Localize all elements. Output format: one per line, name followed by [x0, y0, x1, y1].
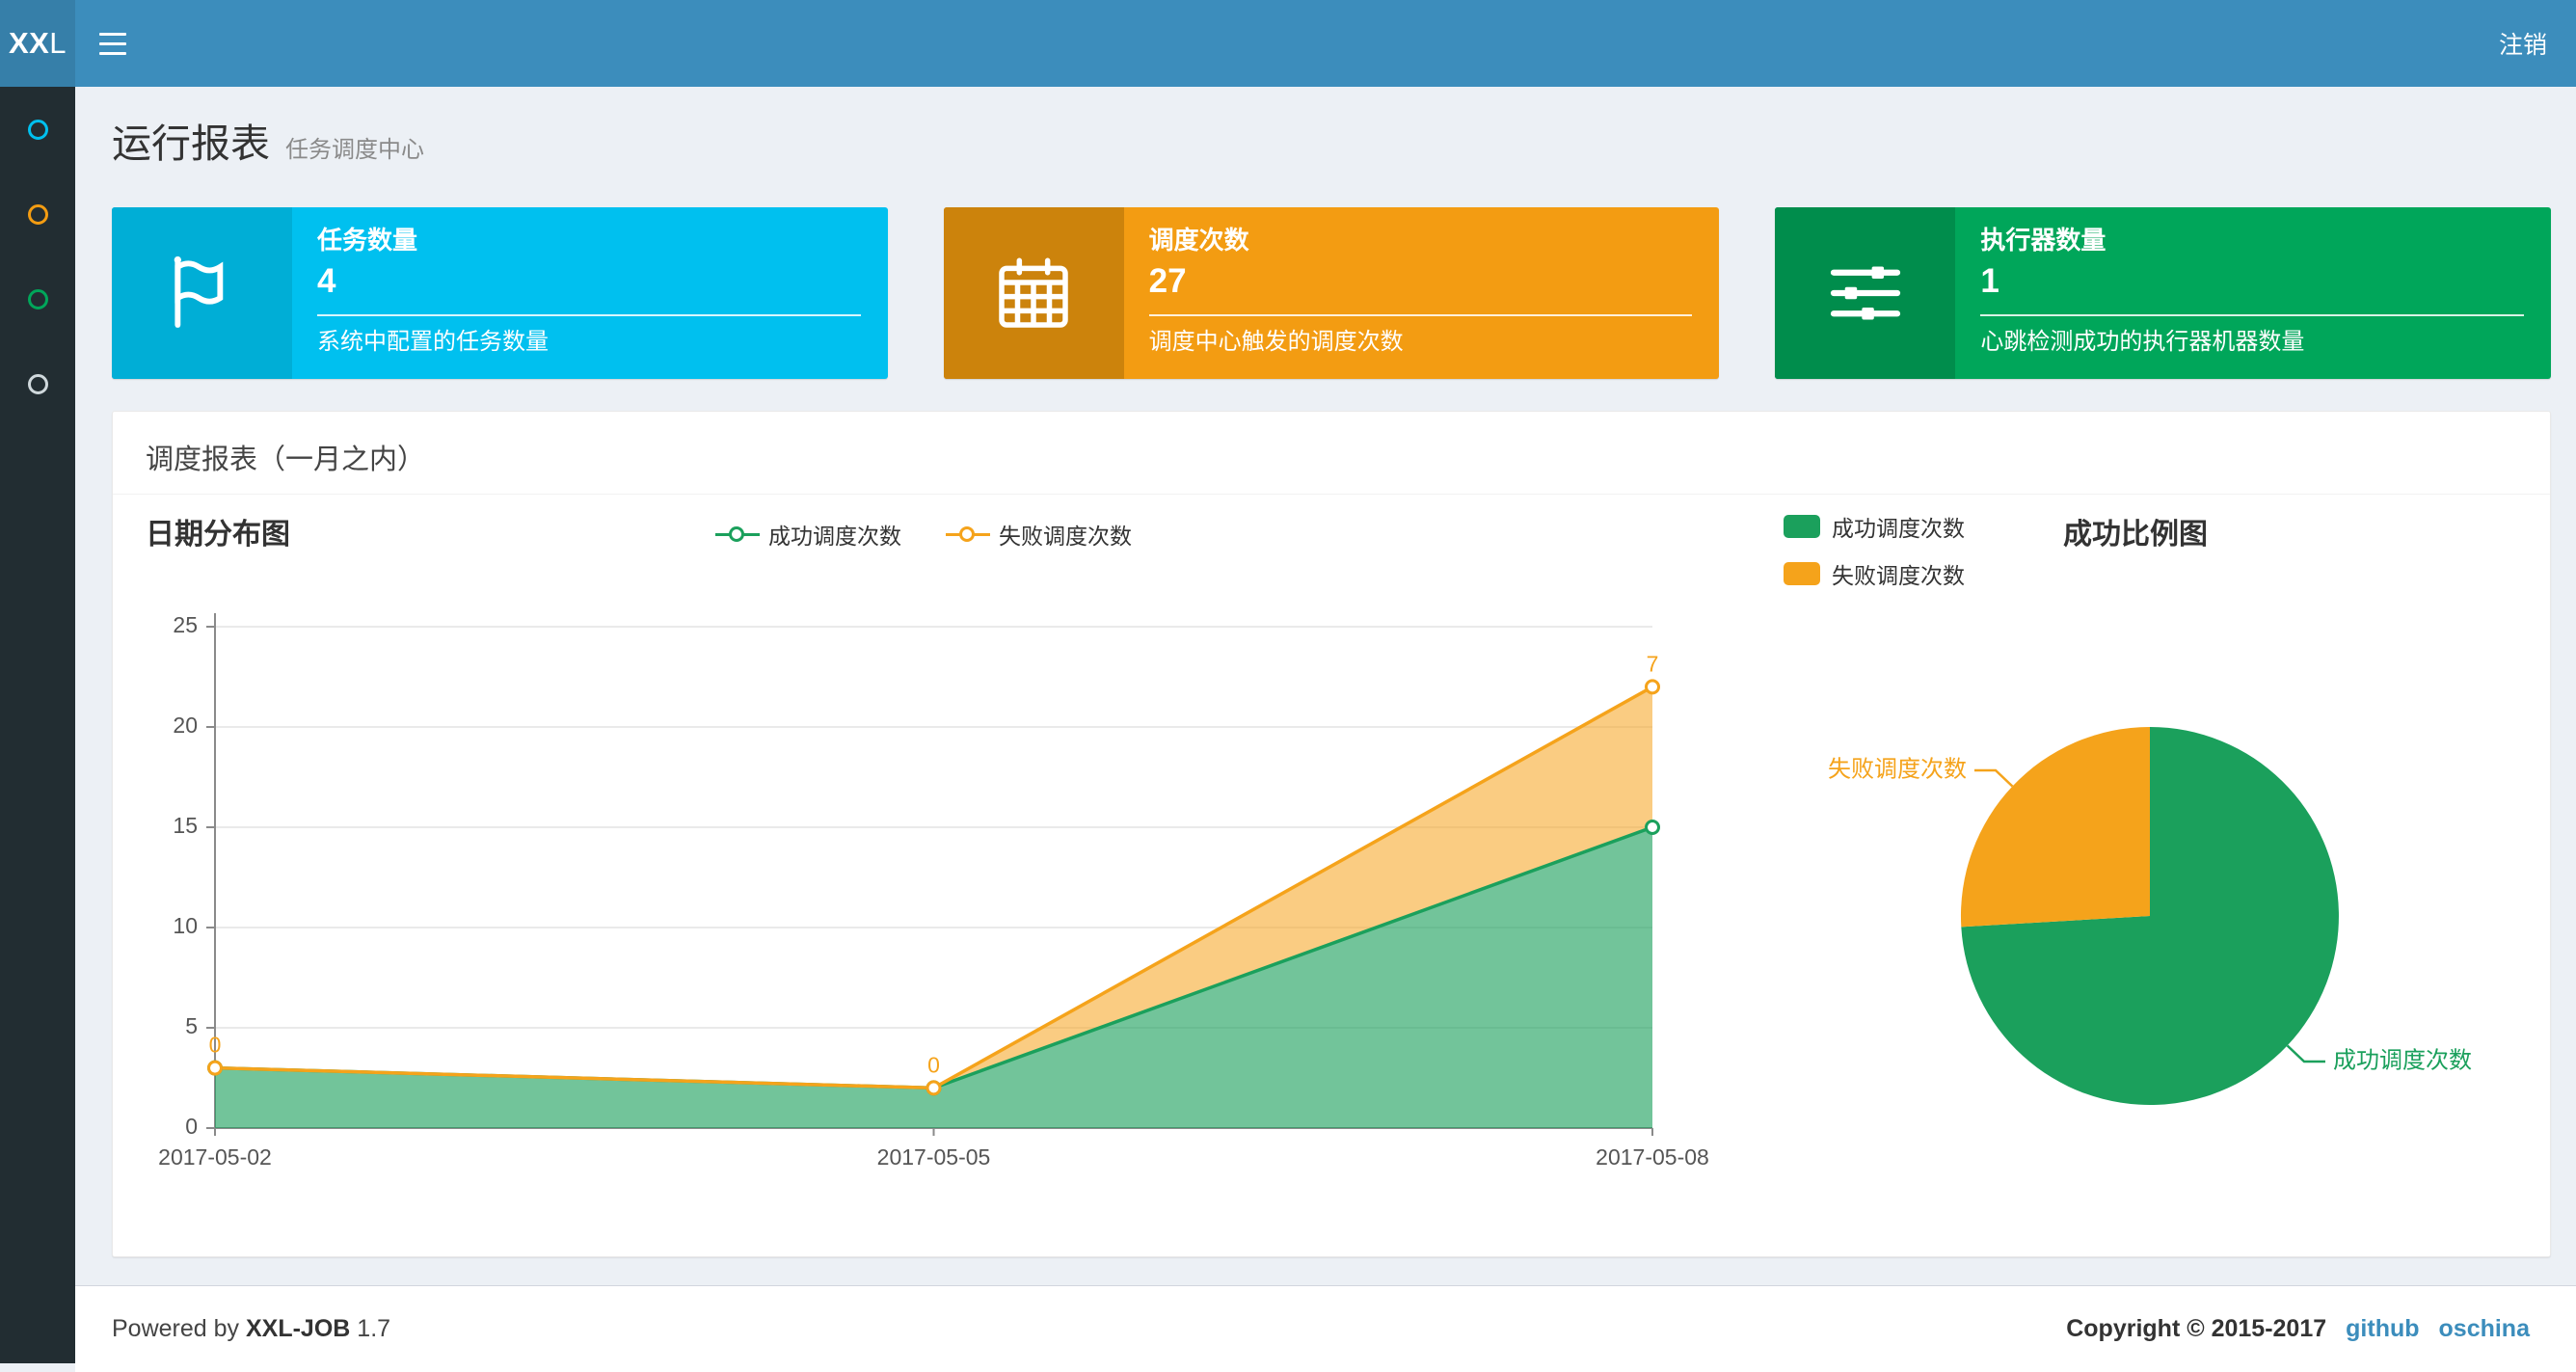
circle-outline-icon [27, 203, 48, 225]
report-panel: 调度报表（一月之内） 日期分布图 成功调度次数 失败调度次数 0 5 10 15 20 2… [112, 411, 2551, 1257]
info-box-jobs: 任务数量 4 系统中配置的任务数量 [112, 207, 888, 379]
line-chart-title: 日期分布图 [146, 519, 290, 551]
info-box-label: 任务数量 [317, 226, 418, 255]
app-logo-text-bold: XX [8, 26, 50, 60]
svg-text:20: 20 [173, 713, 198, 738]
legend-label: 失败调度次数 [999, 524, 1132, 549]
logout-link[interactable]: 注销 [2470, 0, 2576, 87]
pie-chart: 成功调度次数 失败调度次数 [1828, 727, 2472, 1105]
legend-dot [729, 526, 744, 542]
info-box-divider [1148, 314, 1693, 316]
legend-swatch [1784, 562, 1820, 585]
info-box-body: 调度次数 27 调度中心触发的调度次数 [1124, 207, 1720, 379]
page-title-text: 运行报表 [112, 121, 270, 166]
product-name: XXL-JOB [245, 1315, 351, 1342]
calendar-icon [999, 257, 1068, 328]
svg-text:7: 7 [1647, 651, 1659, 676]
svg-text:25: 25 [173, 612, 198, 637]
line-chart-legend: 成功调度次数 失败调度次数 [715, 518, 1132, 551]
sidebar-item-3[interactable] [0, 256, 75, 341]
top-navbar: XX L 注销 [0, 0, 2576, 87]
hamburger-icon [99, 41, 126, 45]
github-link[interactable]: github [2346, 1315, 2419, 1343]
legend-dot [959, 526, 975, 542]
line-legend-marker-icon [946, 526, 990, 542]
svg-text:0: 0 [209, 1033, 222, 1058]
info-box-value: 1 [1980, 262, 1999, 300]
page-title: 运行报表 任务调度中心 [112, 123, 2551, 171]
svg-text:2017-05-02: 2017-05-02 [158, 1144, 272, 1170]
panel-divider [113, 494, 2550, 495]
info-box-body: 执行器数量 1 心跳检测成功的执行器机器数量 [1955, 207, 2551, 379]
app-logo[interactable]: XX L [0, 0, 75, 87]
line-chart: 05101520252017-05-02 2017-05-05 2017-05-08… [158, 612, 1709, 1170]
svg-text:5: 5 [185, 1013, 198, 1038]
sidebar-item-2[interactable] [0, 172, 75, 256]
copyright-text: Copyright © 2015-2017 [2066, 1315, 2327, 1342]
hamburger-icon [99, 32, 126, 36]
info-box-divider [317, 314, 861, 316]
circle-outline-icon [27, 373, 48, 394]
legend-item-fail[interactable]: 失败调度次数 [946, 518, 1132, 551]
svg-text:0: 0 [185, 1114, 198, 1139]
legend-swatch [1784, 515, 1820, 538]
circle-outline-icon [27, 288, 48, 309]
svg-text:成功调度次数: 成功调度次数 [2333, 1047, 2472, 1073]
legend-item-fail[interactable]: 失败调度次数 [1784, 559, 1965, 588]
info-box-value: 27 [1148, 262, 1187, 300]
info-box-description: 系统中配置的任务数量 [317, 329, 549, 355]
app-logo-text-light: L [49, 26, 67, 60]
sliders-icon [1830, 266, 1900, 320]
footer-right: Copyright © 2015-2017 github oschina [2066, 1315, 2530, 1343]
oschina-link[interactable]: oschina [2439, 1315, 2530, 1343]
info-box-label: 调度次数 [1148, 226, 1249, 255]
legend-item-success[interactable]: 成功调度次数 [715, 518, 901, 551]
sidebar-toggle-button[interactable] [75, 0, 150, 87]
pie-chart-title: 成功比例图 [2063, 519, 2208, 551]
info-box-description: 心跳检测成功的执行器机器数量 [1980, 329, 2305, 355]
line-legend-marker-icon [715, 526, 760, 542]
svg-text:2017-05-05: 2017-05-05 [877, 1144, 991, 1170]
info-box-executors: 执行器数量 1 心跳检测成功的执行器机器数量 [1775, 207, 2552, 379]
panel-title: 调度报表（一月之内） [146, 444, 426, 475]
svg-text:失败调度次数: 失败调度次数 [1828, 756, 1967, 782]
info-box-description: 调度中心触发的调度次数 [1148, 329, 1404, 355]
flag-icon [174, 256, 223, 328]
info-box-body: 任务数量 4 系统中配置的任务数量 [292, 207, 888, 379]
sidebar-item-4[interactable] [0, 341, 75, 426]
info-box-icon-area [1775, 207, 1956, 379]
legend-item-success[interactable]: 成功调度次数 [1784, 512, 1965, 541]
info-box-label: 执行器数量 [1980, 226, 2106, 255]
info-box-icon-area [943, 207, 1124, 379]
legend-label: 成功调度次数 [1832, 516, 1965, 541]
svg-text:2017-05-08: 2017-05-08 [1596, 1144, 1709, 1170]
svg-text:15: 15 [173, 813, 198, 838]
info-box-row: 任务数量 4 系统中配置的任务数量 调度次数 27 调度中心触发的调度次数 执行… [112, 207, 2552, 379]
circle-outline-icon [27, 119, 48, 140]
pie-chart-legend: 成功调度次数 失败调度次数 [1784, 512, 1965, 588]
page-footer: Powered by XXL-JOB 1.7 Copyright © 2015-… [75, 1285, 2576, 1372]
info-box-icon-area [112, 207, 292, 379]
svg-text:0: 0 [927, 1052, 940, 1077]
legend-label: 成功调度次数 [768, 524, 901, 549]
navbar-spacer [150, 0, 2470, 87]
info-box-value: 4 [317, 262, 336, 300]
info-box-triggers: 调度次数 27 调度中心触发的调度次数 [943, 207, 1720, 379]
sidebar-item-1[interactable] [0, 87, 75, 172]
content-area: 运行报表 任务调度中心 任务数量 4 系统中配置的任务数量 调度次数 27 调度… [75, 123, 2576, 1257]
hamburger-icon [99, 51, 126, 55]
svg-text:10: 10 [173, 913, 198, 938]
powered-by: Powered by XXL-JOB 1.7 [112, 1315, 390, 1343]
powered-prefix: Powered by [112, 1315, 240, 1342]
collapsed-sidebar [0, 87, 75, 1363]
product-version: 1.7 [357, 1315, 391, 1342]
info-box-divider [1980, 314, 2525, 316]
page-subtitle: 任务调度中心 [285, 137, 424, 163]
